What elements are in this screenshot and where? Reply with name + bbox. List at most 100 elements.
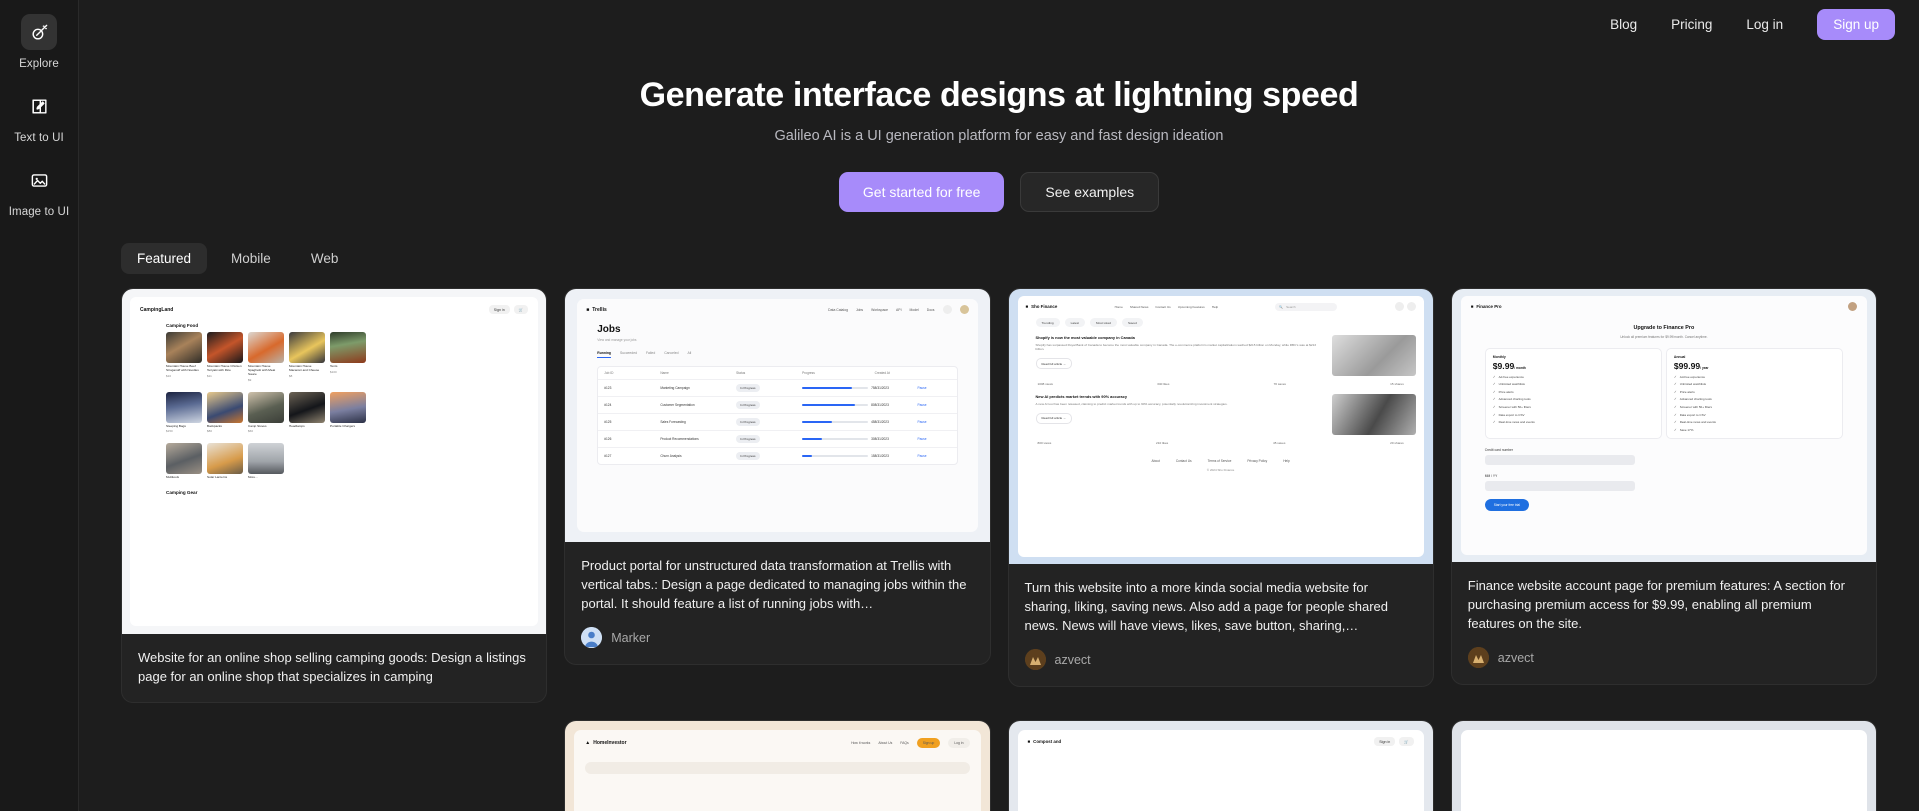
product-name: Solar Lanterns: [207, 475, 228, 480]
avatar: [581, 627, 603, 649]
check-icon: ✓: [1673, 397, 1677, 402]
gear-icon: [1394, 302, 1404, 311]
product-price: $60: [248, 429, 254, 434]
avatar: [1024, 649, 1046, 671]
signup-button[interactable]: Sign up: [1817, 8, 1895, 40]
check-icon: ✓: [1492, 397, 1496, 402]
tab-web[interactable]: Web: [295, 243, 355, 274]
product-name: Mountain House Chicken Teriyaki with Ric…: [207, 364, 242, 372]
card-caption: Finance website account page for premium…: [1452, 562, 1876, 684]
square-logo-icon: ■: [586, 306, 590, 313]
hero-section: Generate interface designs at lightning …: [79, 48, 1919, 212]
gallery-card-grey[interactable]: [1450, 720, 1877, 811]
thumb-tab: Succeeded: [620, 351, 637, 355]
filter-pill: Most Liked: [1090, 318, 1118, 327]
pause-action: Pause: [917, 386, 927, 390]
table-row: #124 Customer Segmentation In Progress 8…: [598, 397, 957, 414]
plan-feature: Price alerts: [1498, 389, 1514, 394]
plan-feature: Unlimited watchlists: [1679, 382, 1707, 387]
product-name: Mountain House Beef Stroganoff with Nood…: [166, 364, 199, 372]
product-name: Mountain House Macaroni and Cheese: [289, 364, 320, 372]
product-price: $150: [166, 429, 173, 434]
gallery-card-sho-finance[interactable]: ■ Sho Finance Home Shared News Contact U…: [1007, 288, 1434, 688]
likes-stat: 340 likes: [1157, 382, 1170, 386]
thumb-nav-item: Shared News: [1129, 304, 1149, 309]
product-name: Multitools: [166, 475, 180, 480]
thumb-page-title: Upgrade to Finance Pro: [1633, 325, 1695, 331]
shares-stat: 20 shares: [1390, 441, 1404, 445]
thumb-nav-item: API: [896, 307, 902, 312]
tab-mobile[interactable]: Mobile: [215, 243, 287, 274]
gallery-card-home-investor[interactable]: ▲ HomeInvestor How it works About Us FAQ…: [564, 720, 991, 811]
card-caption: Website for an online shop selling campi…: [122, 634, 546, 702]
main-content: Blog Pricing Log in Sign up Generate int…: [79, 0, 1919, 811]
nav-link-pricing[interactable]: Pricing: [1671, 17, 1712, 32]
thumb-nav-item: How it works: [851, 741, 871, 746]
plan-feature: Save 17%: [1679, 427, 1694, 432]
status-badge: In Progress: [736, 435, 760, 443]
product-price: $9: [248, 377, 252, 382]
tab-featured[interactable]: Featured: [121, 243, 208, 274]
see-examples-button[interactable]: See examples: [1020, 172, 1160, 212]
table-row: #127 Churn Analysis In Progress 15 8/31/…: [598, 448, 956, 464]
news-stats: 1008 views 340 likes 70 saves 15 shares: [1038, 382, 1404, 386]
plan-feature: Screener with 50+ filters: [1679, 404, 1712, 409]
card-thumbnail: ■ Finance Pro Upgrade to Finance Pro Unl…: [1451, 289, 1876, 562]
nav-link-blog[interactable]: Blog: [1610, 17, 1637, 32]
plan-name: Monthly: [1492, 355, 1506, 359]
shares-stat: 15 shares: [1390, 382, 1404, 386]
sidebar-item-text-to-ui[interactable]: Text to UI: [4, 88, 74, 144]
thumb-nav-item: About Us: [878, 741, 893, 746]
card-number-label: Credit card number: [1484, 447, 1513, 452]
check-icon: ✓: [1673, 404, 1677, 409]
footer-link: Terms of Service: [1207, 459, 1232, 463]
card-caption: Product portal for unstructured data tra…: [565, 542, 989, 664]
card-thumbnail: ■ Trellis Data Catalog Jobs Workspace AP…: [565, 289, 990, 542]
check-icon: ✓: [1673, 420, 1677, 425]
thumb-nav-item: Docs: [926, 307, 935, 312]
search-icon: 🔍: [1279, 304, 1284, 309]
gallery-card-camping-land[interactable]: CampingLand Sign in 🛒 Camping Food Mount…: [121, 288, 548, 704]
card-author[interactable]: Marker: [581, 627, 973, 649]
thumb-tab: Canceled: [664, 351, 679, 355]
gallery-card-trellis-jobs[interactable]: ■ Trellis Data Catalog Jobs Workspace AP…: [564, 288, 991, 666]
card-caption: Turn this website into a more kinda soci…: [1009, 564, 1433, 686]
footer-link: Contact Us: [1175, 459, 1192, 463]
image-icon: [21, 162, 57, 198]
check-icon: ✓: [1673, 389, 1677, 394]
copyright: © 2024 Sho Finance: [1206, 468, 1235, 472]
sidebar-item-image-to-ui[interactable]: Image to UI: [4, 162, 74, 218]
product-name: Camp Stoves: [248, 423, 267, 428]
gallery-card-compost[interactable]: ■ Compost and Sign in 🛒: [1007, 720, 1434, 811]
thumb-brand: ■ Sho Finance: [1025, 304, 1058, 309]
thumb-nav-item: Upcoming Features: [1177, 304, 1205, 309]
gallery-card-finance-pro[interactable]: ■ Finance Pro Upgrade to Finance Pro Unl…: [1450, 288, 1877, 686]
plan-feature: Advanced charting tools: [1498, 397, 1531, 402]
filter-pill: Saved: [1122, 318, 1143, 327]
thumb-nav-item: Model: [909, 307, 919, 312]
thumb-nav-item: Workspace: [871, 307, 889, 312]
comet-icon: [21, 14, 57, 50]
thumb-nav-item: Contact Us: [1155, 304, 1171, 309]
plan-period: / year: [1700, 366, 1709, 370]
pause-action: Pause: [917, 437, 927, 441]
product-name: Mountain House Spaghetti with Meat Sauce: [248, 364, 276, 376]
card-author[interactable]: azvect: [1467, 647, 1860, 669]
sidebar-item-explore[interactable]: Explore: [4, 14, 74, 70]
product-price: $10: [166, 373, 172, 378]
read-article-button: Read full article →: [1035, 412, 1073, 424]
thumb-nav-item: Data Catalog: [828, 307, 848, 312]
plan-feature: Real-time news and events: [1679, 420, 1716, 425]
plan-name: Annual: [1673, 355, 1686, 359]
cart-icon: 🛒: [1399, 737, 1414, 747]
news-body: A new AI tool has been released, claimin…: [1035, 401, 1228, 406]
get-started-button[interactable]: Get started for free: [838, 172, 1005, 212]
thumb-tab: Failed: [645, 351, 656, 355]
filter-pill: Trending: [1035, 318, 1060, 327]
card-author[interactable]: azvect: [1024, 649, 1417, 671]
plan-price: $99.99: [1673, 361, 1701, 371]
avatar: [1848, 302, 1857, 311]
plan-feature: Advanced charting tools: [1679, 397, 1712, 402]
nav-link-login[interactable]: Log in: [1746, 17, 1783, 32]
thumb-nav-item: Jobs: [855, 307, 864, 312]
